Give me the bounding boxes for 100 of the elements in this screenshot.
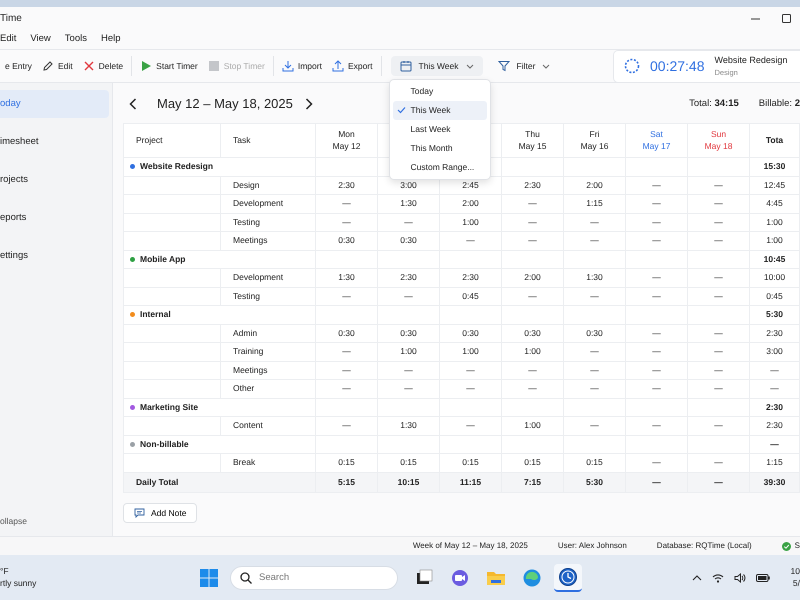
- table-cell: —: [440, 380, 502, 398]
- start-icon[interactable]: [200, 568, 218, 586]
- chat-icon: [450, 568, 470, 588]
- table-cell: —: [316, 380, 378, 398]
- table-cell: Development: [220, 268, 316, 287]
- window-title: Time: [0, 12, 22, 26]
- table-cell: 0:15: [440, 454, 502, 472]
- table-cell: —: [688, 176, 750, 194]
- table-cell: 4:45: [750, 194, 800, 213]
- table-cell: 2:30: [750, 324, 800, 342]
- status-text: Database: RQTime (Local): [656, 540, 752, 552]
- table-cell: —: [626, 287, 688, 306]
- sidebar-item[interactable]: oday: [0, 90, 109, 118]
- table-cell: —: [626, 268, 688, 287]
- table-cell: 0:15: [502, 454, 564, 472]
- menu-item[interactable]: View: [30, 32, 51, 46]
- table-cell: —: [688, 324, 750, 342]
- table-cell: —: [502, 232, 564, 250]
- taskbar-app[interactable]: [554, 564, 582, 592]
- search-field[interactable]: Search: [230, 566, 398, 590]
- maximize-icon[interactable]: [782, 14, 791, 22]
- volume-icon[interactable]: [734, 572, 746, 582]
- wifi-icon[interactable]: [712, 572, 724, 582]
- table-cell: —: [626, 472, 688, 492]
- sidebar-item[interactable]: eports: [0, 204, 109, 232]
- add-note-button[interactable]: Add Note: [123, 502, 198, 524]
- sidebar-item[interactable]: ettings: [0, 242, 109, 270]
- menu-option[interactable]: Custom Range...: [392, 158, 487, 177]
- column-header: Fri May 16: [564, 124, 626, 158]
- toolbar-button[interactable]: Start Timer: [135, 56, 203, 76]
- table-cell: 0:30: [316, 232, 378, 250]
- table-cell: —: [316, 213, 378, 232]
- billable-summary: Billable: 2: [758, 96, 800, 111]
- menu-option[interactable]: This Month: [392, 138, 487, 158]
- toolbar-button[interactable]: Delete: [78, 56, 128, 76]
- table-cell: —: [502, 194, 564, 213]
- week-range: May 12 – May 18, 2025: [157, 95, 293, 114]
- clock-time: 10: [790, 566, 800, 578]
- table-cell: 5:15: [316, 472, 378, 492]
- table-cell: —: [564, 232, 626, 250]
- table-cell: —: [688, 380, 750, 398]
- sidebar-item[interactable]: rojects: [0, 166, 109, 194]
- table-cell: 0:30: [564, 324, 626, 342]
- download-icon: [282, 60, 294, 72]
- table-cell: —: [626, 176, 688, 194]
- menu-option[interactable]: This Week: [392, 100, 487, 120]
- table-cell: 7:15: [502, 472, 564, 492]
- previous-icon[interactable]: [129, 98, 137, 110]
- table-cell: 1:00: [502, 342, 564, 361]
- weather-condition: rtly sunny: [0, 578, 38, 589]
- table-cell: —: [502, 287, 564, 306]
- toolbar-button[interactable]: Export: [326, 56, 378, 76]
- table-cell: 2:30: [316, 176, 378, 194]
- table-cell: —: [688, 472, 750, 492]
- column-header: Thu May 15: [502, 124, 564, 158]
- table-cell: Other: [220, 380, 316, 398]
- table-cell: —: [626, 380, 688, 398]
- table-cell: —: [564, 342, 626, 361]
- project-name: Non-billable: [140, 438, 189, 449]
- table-cell: 1:00: [502, 416, 564, 435]
- table-cell: 10:45: [750, 250, 800, 268]
- table-cell: 2:30: [750, 416, 800, 435]
- next-icon[interactable]: [304, 98, 313, 110]
- toolbar-button[interactable]: e Entry: [0, 56, 37, 76]
- table-cell: 10:00: [750, 268, 800, 287]
- table-cell: 5:30: [564, 472, 626, 492]
- collapse-button[interactable]: ollapse: [0, 515, 112, 528]
- table-cell: —: [316, 342, 378, 361]
- dropdown-button[interactable]: Filter: [488, 56, 560, 76]
- table-cell: —: [626, 194, 688, 213]
- toolbar-button[interactable]: Edit: [36, 56, 78, 76]
- table-cell: —: [688, 232, 750, 250]
- table-cell: —: [750, 380, 800, 398]
- table-cell: —: [626, 361, 688, 380]
- menu-item[interactable]: Tools: [64, 32, 87, 46]
- table-cell: 1:30: [378, 194, 440, 213]
- menu-option[interactable]: Last Week: [392, 120, 487, 139]
- clock-icon: [558, 566, 578, 586]
- stop-icon: [208, 60, 220, 72]
- table-cell: Content: [220, 416, 316, 435]
- column-header: Sun May 18: [688, 124, 750, 158]
- table-cell: —: [626, 416, 688, 435]
- table-cell: —: [440, 232, 502, 250]
- sidebar-item[interactable]: imesheet: [0, 128, 109, 156]
- menu-item[interactable]: Help: [100, 32, 121, 46]
- table-cell: —: [440, 416, 502, 435]
- weather-temperature: °F: [0, 566, 10, 578]
- chevron-up-icon[interactable]: [692, 574, 702, 580]
- menu-item[interactable]: Edit: [0, 32, 16, 46]
- connection-status: S: [794, 540, 800, 552]
- battery-icon[interactable]: [756, 574, 770, 582]
- menu-option[interactable]: Today: [392, 82, 487, 101]
- column-header: Tota: [750, 124, 800, 158]
- table-cell: 2:30: [440, 268, 502, 287]
- table-cell: 2:00: [502, 268, 564, 287]
- table-cell: —: [688, 454, 750, 472]
- table-cell: 0:30: [378, 324, 440, 342]
- calendar-icon: [400, 60, 412, 72]
- dropdown-button[interactable]: This Week: [390, 56, 483, 76]
- toolbar-button[interactable]: Import: [276, 56, 327, 76]
